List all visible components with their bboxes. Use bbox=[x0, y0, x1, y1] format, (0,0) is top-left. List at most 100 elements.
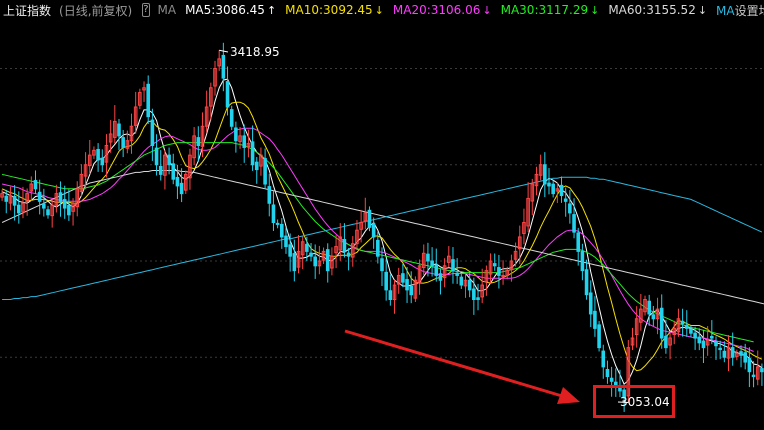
candle-body-55 bbox=[229, 109, 234, 127]
candle-body-74 bbox=[309, 252, 313, 257]
candle-body-135 bbox=[563, 198, 568, 202]
candle-body-8 bbox=[33, 180, 38, 190]
candle-body-179 bbox=[747, 358, 752, 373]
candle-body-180 bbox=[751, 374, 756, 377]
candle-body-138 bbox=[576, 232, 581, 252]
candle-body-89 bbox=[371, 223, 376, 238]
ma-settings-button[interactable]: MA设置均线 bbox=[716, 2, 764, 19]
candle-body-75 bbox=[313, 256, 317, 267]
candlestick-chart[interactable] bbox=[0, 0, 764, 430]
candle-body-118 bbox=[492, 263, 497, 267]
candle-body-28 bbox=[117, 123, 121, 137]
candle-body-23 bbox=[96, 148, 100, 161]
candle-body-164 bbox=[684, 324, 689, 329]
candle-body-158 bbox=[659, 307, 664, 339]
candle-body-69 bbox=[288, 244, 292, 257]
candle-body-67 bbox=[280, 223, 284, 238]
candle-body-119 bbox=[497, 267, 501, 276]
candle-body-78 bbox=[325, 249, 330, 272]
candle-body-167 bbox=[697, 336, 702, 344]
candle-body-37 bbox=[154, 147, 159, 166]
candle-body-141 bbox=[588, 292, 593, 315]
ma-indicator-0[interactable]: MA5:3086.45 bbox=[185, 3, 265, 17]
candle-body-155 bbox=[647, 300, 651, 315]
ma-trend-arrow-1: ↓ bbox=[374, 4, 384, 17]
candle-body-130 bbox=[543, 164, 547, 185]
candle-body-182 bbox=[760, 368, 764, 373]
candle-body-98 bbox=[409, 285, 414, 296]
candle-body-60 bbox=[250, 141, 255, 166]
candle-body-63 bbox=[263, 158, 267, 185]
ma-label: MA bbox=[157, 3, 177, 17]
ma-indicator-1[interactable]: MA10:3092.45 bbox=[285, 3, 373, 17]
candle-body-42 bbox=[175, 176, 180, 187]
candle-body-139 bbox=[580, 250, 585, 272]
candle-body-10 bbox=[42, 203, 46, 209]
index-title[interactable]: 上证指数 bbox=[3, 2, 51, 19]
candle-body-136 bbox=[568, 203, 572, 214]
ma-indicator-2[interactable]: MA20:3106.06 bbox=[393, 3, 481, 17]
candle-body-35 bbox=[146, 83, 151, 118]
candle-body-90 bbox=[376, 239, 380, 257]
ma-trend-arrow-2: ↓ bbox=[482, 4, 492, 17]
candle-body-170 bbox=[710, 335, 714, 339]
candle-body-140 bbox=[584, 269, 589, 296]
red-trend-arrow-line bbox=[344, 329, 573, 401]
candle-body-61 bbox=[254, 161, 259, 171]
ma-settings-label: 设置均线 bbox=[734, 3, 764, 18]
candle-body-143 bbox=[597, 324, 601, 349]
candle-body-47 bbox=[196, 137, 201, 146]
candle-body-65 bbox=[271, 204, 276, 223]
red-trend-arrow-head bbox=[557, 387, 580, 404]
candle-body-92 bbox=[384, 271, 388, 291]
candle-body-175 bbox=[730, 347, 735, 358]
candle-body-171 bbox=[714, 340, 718, 347]
low-value-label: 3053.04 bbox=[620, 395, 670, 409]
ma-trend-arrow-4: ↓ bbox=[697, 4, 708, 17]
ma-trend-arrow-0: ↑ bbox=[266, 4, 277, 17]
candle-body-56 bbox=[234, 127, 238, 142]
indicator-toolbar: 上证指数 (日线,前复权) ? MA MA5:3086.45 ↑ MA10:3092… bbox=[0, 0, 764, 20]
candle-body-163 bbox=[680, 320, 685, 325]
candle-body-142 bbox=[593, 310, 597, 329]
candle-body-178 bbox=[743, 352, 748, 363]
candle-body-91 bbox=[380, 258, 384, 272]
candle-body-113 bbox=[472, 288, 476, 301]
candle-body-88 bbox=[367, 209, 372, 228]
candle-body-70 bbox=[292, 253, 297, 272]
candle-body-15 bbox=[62, 199, 67, 209]
candle-body-156 bbox=[651, 314, 656, 320]
help-icon[interactable]: ? bbox=[142, 3, 150, 17]
candle-body-132 bbox=[551, 183, 555, 195]
period-label[interactable]: (日线,前复权) bbox=[59, 2, 132, 19]
candle-body-14 bbox=[58, 192, 63, 202]
candle-body-11 bbox=[46, 209, 50, 216]
candle-body-40 bbox=[167, 154, 171, 166]
ma-indicator-3[interactable]: MA30:3117.29 bbox=[501, 3, 589, 17]
candle-body-4 bbox=[16, 204, 21, 214]
candle-body-53 bbox=[221, 54, 226, 79]
candle-body-137 bbox=[572, 214, 576, 233]
candle-body-172 bbox=[718, 347, 722, 351]
candle-body-168 bbox=[701, 340, 706, 349]
ma-settings-prefix: MA bbox=[716, 3, 735, 18]
candle-body-64 bbox=[267, 186, 272, 204]
candle-body-177 bbox=[739, 351, 743, 356]
candle-body-43 bbox=[179, 182, 184, 195]
candle-body-66 bbox=[275, 222, 280, 225]
high-value-label: 3418.95 bbox=[230, 45, 280, 59]
ma-indicator-4[interactable]: MA60:3155.52 bbox=[608, 3, 696, 17]
candle-body-29 bbox=[121, 137, 125, 148]
candle-body-109 bbox=[455, 272, 459, 276]
candle-body-16 bbox=[67, 204, 71, 216]
candles bbox=[0, 42, 764, 412]
candle-body-146 bbox=[609, 377, 614, 382]
candle-body-120 bbox=[501, 274, 505, 277]
candle-body-54 bbox=[225, 81, 230, 108]
candle-body-93 bbox=[388, 290, 393, 300]
candle-body-83 bbox=[346, 252, 351, 257]
candle-body-110 bbox=[459, 276, 464, 286]
candle-body-58 bbox=[242, 135, 247, 148]
candle-body-134 bbox=[559, 184, 564, 197]
candle-body-166 bbox=[693, 332, 697, 339]
